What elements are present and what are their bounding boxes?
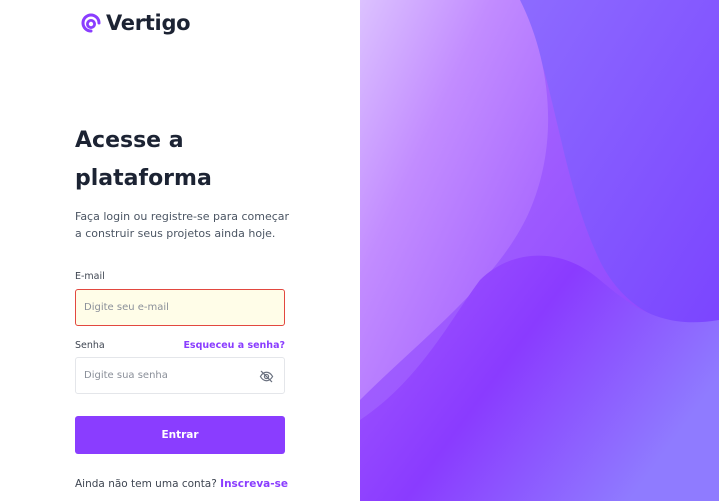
signup-prompt-line: Ainda não tem uma conta? Inscreva-se (75, 478, 288, 490)
page-subtitle: Faça login ou registre-se para começar a… (75, 210, 290, 240)
brand-name: Vertigo (106, 11, 191, 35)
abstract-waves-art (360, 0, 719, 501)
signup-link[interactable]: Inscreva-se (220, 478, 288, 490)
forgot-password-link[interactable]: Esqueceu a senha? (183, 340, 285, 351)
login-panel: Vertigo Acesse a plataforma Faça login o… (0, 0, 360, 501)
password-label: Senha (75, 340, 105, 351)
signup-prompt-text: Ainda não tem uma conta? (75, 478, 217, 490)
email-label: E-mail (75, 271, 105, 282)
email-field-wrapper (75, 289, 285, 326)
eye-off-icon[interactable] (259, 369, 274, 384)
password-field-wrapper (75, 357, 285, 394)
password-input[interactable] (76, 358, 284, 393)
page-title: Acesse a plataforma (75, 128, 212, 191)
decorative-background-panel (360, 0, 719, 501)
login-submit-button[interactable]: Entrar (75, 416, 285, 454)
email-input[interactable] (76, 290, 284, 325)
vertigo-logo-icon (81, 13, 101, 33)
brand[interactable]: Vertigo (80, 9, 191, 37)
